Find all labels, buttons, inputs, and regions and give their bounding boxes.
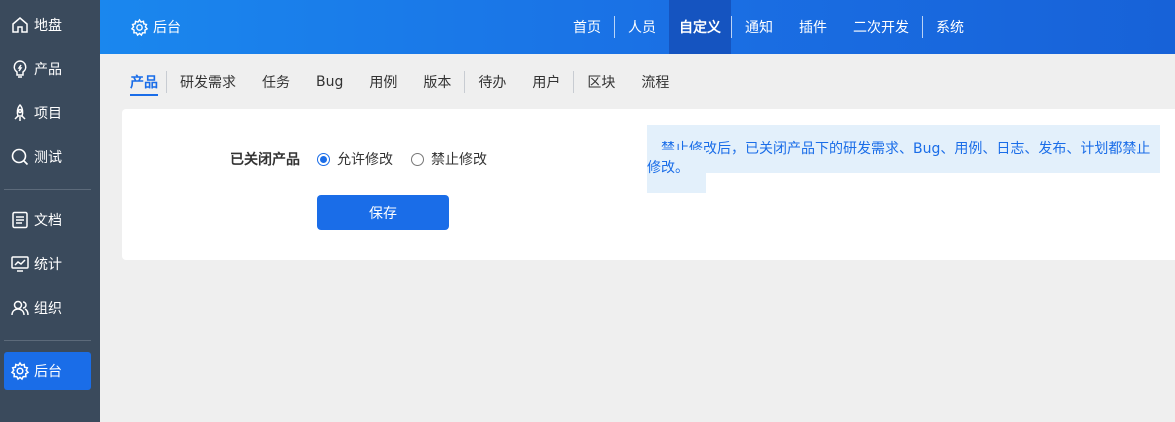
search-icon (11, 148, 29, 166)
rocket-icon (14, 103, 26, 121)
tab-flow[interactable]: 流程 (628, 58, 682, 106)
sidebar-item-label: 组织 (34, 301, 62, 317)
tip-tooltip: 禁止修改后，已关闭产品下的研发需求、Bug、用例、日志、发布、计划都禁止 (647, 125, 1160, 173)
radio-checked-icon (317, 152, 330, 166)
monitor-chart-icon (11, 256, 29, 272)
nav-system[interactable]: 系统 (923, 0, 977, 54)
tab-task[interactable]: 任务 (249, 58, 303, 106)
header-brand[interactable]: 后台 (130, 0, 181, 54)
radio-unchecked-icon (411, 152, 424, 166)
sidebar-item-label: 产品 (34, 62, 62, 78)
nav-dev[interactable]: 二次开发 (840, 0, 922, 54)
radio-forbid-label: 禁止修改 (431, 152, 487, 168)
top-nav: 首页 人员 自定义 通知 插件 二次开发 系统 (560, 0, 977, 54)
sidebar-item-doc[interactable]: 文档 (4, 201, 91, 239)
sidebar-item-label: 统计 (34, 257, 62, 273)
sidebar-item-label: 测试 (34, 150, 62, 166)
sidebar-item-org[interactable]: 组织 (4, 289, 91, 327)
tip-text-line2: 修改。 (647, 160, 689, 176)
sidebar-item-test[interactable]: 测试 (4, 138, 91, 176)
document-icon (12, 211, 28, 229)
nav-notify[interactable]: 通知 (732, 0, 786, 54)
radio-allow-edit[interactable]: 允许修改 (317, 149, 393, 169)
radio-allow-label: 允许修改 (337, 152, 393, 168)
tab-testcase[interactable]: 用例 (356, 58, 410, 106)
top-header: 后台 首页 人员 自定义 通知 插件 二次开发 系统 (100, 0, 1175, 54)
header-brand-label: 后台 (153, 20, 181, 36)
sidebar-item-admin[interactable]: 后台 (4, 352, 91, 390)
tab-build[interactable]: 版本 (410, 58, 464, 106)
tab-block[interactable]: 区块 (574, 58, 628, 106)
home-icon (12, 17, 28, 33)
settings-panel: 已关闭产品 允许修改 禁止修改 保存 禁止修改后，已关闭产品下的研发需求、Bug… (122, 109, 1175, 260)
sidebar-item-project[interactable]: 项目 (4, 94, 91, 132)
sub-tabs: 产品 研发需求 任务 Bug 用例 版本 待办 用户 区块 流程 (122, 58, 682, 106)
gear-icon (130, 18, 149, 36)
tab-bug[interactable]: Bug (303, 58, 356, 106)
tab-user[interactable]: 用户 (519, 58, 573, 106)
sidebar-item-label: 项目 (34, 106, 62, 122)
save-button[interactable]: 保存 (317, 195, 449, 230)
nav-home[interactable]: 首页 (560, 0, 614, 54)
sidebar-item-product[interactable]: 产品 (4, 50, 91, 88)
radio-forbid-edit[interactable]: 禁止修改 (411, 149, 487, 169)
users-icon (11, 300, 29, 316)
sidebar-item-label: 地盘 (34, 18, 62, 34)
sidebar-divider (4, 189, 91, 190)
nav-plugins[interactable]: 插件 (786, 0, 840, 54)
tab-todo[interactable]: 待办 (465, 58, 519, 106)
tab-product[interactable]: 产品 (122, 58, 166, 106)
sidebar-item-label: 文档 (34, 213, 62, 229)
tab-story[interactable]: 研发需求 (167, 58, 249, 106)
gear-icon (10, 361, 30, 381)
closed-product-label: 已关闭产品 (230, 152, 300, 168)
sidebar: 地盘 产品 项目 测试 文档 统计 组织 后台 (0, 0, 100, 422)
sidebar-item-dashboard[interactable]: 地盘 (4, 6, 91, 44)
tip-text-line1: 禁止修改后，已关闭产品下的研发需求、Bug、用例、日志、发布、计划都禁止 (647, 125, 1160, 173)
sidebar-item-label: 后台 (34, 364, 62, 380)
nav-custom[interactable]: 自定义 (669, 0, 731, 54)
sidebar-divider (4, 340, 91, 341)
nav-people[interactable]: 人员 (615, 0, 669, 54)
lightbulb-icon (13, 60, 27, 78)
sidebar-item-stats[interactable]: 统计 (4, 245, 91, 283)
